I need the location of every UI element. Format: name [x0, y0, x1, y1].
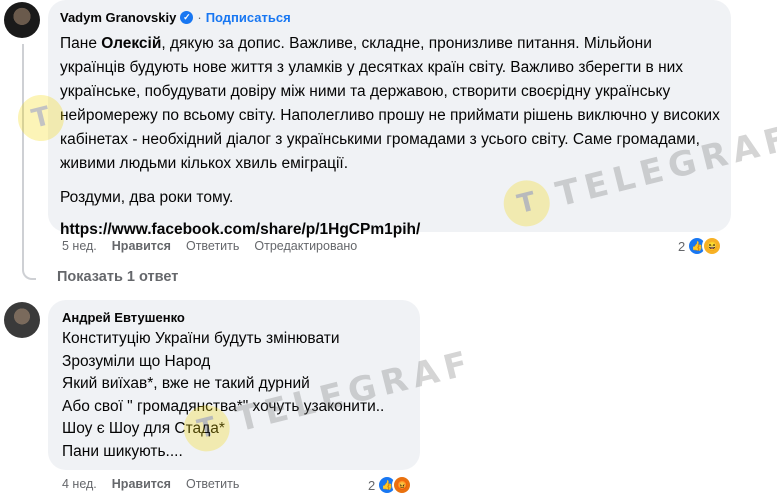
author-name[interactable]: Vadym Granovskiy [60, 10, 176, 25]
comment-text: Пане Олексій, дякую за допис. Важливе, с… [60, 32, 720, 242]
comment-line: Зрозуміли що Народ [62, 352, 211, 370]
angry-reaction-icon: 😡 [392, 475, 413, 495]
verified-badge-icon: ✓ [180, 11, 194, 24]
reaction-count: 2 [678, 238, 686, 254]
comment-line: Конституцію України будуть змінювати [62, 330, 340, 347]
reactions-summary[interactable]: 2 👍 😆 [678, 236, 723, 256]
author-name[interactable]: Андрей Евтушенко [62, 310, 185, 325]
comment-bubble: Андрей Евтушенко Конституцію України буд… [48, 300, 420, 470]
reply-button[interactable]: Ответить [186, 239, 239, 253]
comment-text: Конституцію України будуть змінювати Зро… [62, 328, 412, 463]
comment-line: Шоу є Шоу для Стада* [62, 420, 225, 437]
comment-paragraph: Пане Олексій, дякую за допис. Важливе, с… [60, 32, 720, 176]
separator-dot: · [197, 10, 202, 25]
reactions-summary[interactable]: 2 👍 😡 [368, 475, 413, 495]
comment-paragraph-2: Роздуми, два роки тому. [60, 189, 234, 206]
avatar[interactable] [4, 2, 40, 38]
comment-line: Який виїхав*, вже не такий дурний [62, 375, 310, 392]
comment-actions: 4 нед. Нравится Ответить [62, 477, 239, 491]
comment-time[interactable]: 5 нед. [62, 239, 97, 253]
haha-reaction-icon: 😆 [702, 236, 723, 256]
mentioned-name[interactable]: Олексій [101, 35, 161, 52]
like-button[interactable]: Нравится [112, 239, 171, 253]
comment-header: Vadym Granovskiy ✓ · Подписаться [60, 10, 291, 25]
comment-time[interactable]: 4 нед. [62, 477, 97, 491]
comment-line: Пани шикують.... [62, 442, 183, 460]
reply-button[interactable]: Ответить [186, 477, 239, 491]
comment-bubble: Vadym Granovskiy ✓ · Подписаться Пане Ол… [48, 0, 731, 238]
text-intro: Пане [60, 35, 102, 52]
text-body: , дякую за допис. Важливе, складне, прон… [60, 35, 720, 172]
comment-line: Або свої " громадянства*" хочуть узакони… [62, 397, 385, 415]
show-replies-link[interactable]: Показать 1 ответ [57, 269, 178, 285]
like-button[interactable]: Нравится [112, 477, 171, 491]
reaction-count: 2 [368, 477, 376, 493]
edited-label[interactable]: Отредактировано [254, 239, 357, 253]
avatar[interactable] [4, 302, 40, 338]
subscribe-button[interactable]: Подписаться [206, 10, 291, 25]
thread-connector [22, 44, 36, 280]
comment-actions: 5 нед. Нравится Ответить Отредактировано [62, 239, 357, 253]
